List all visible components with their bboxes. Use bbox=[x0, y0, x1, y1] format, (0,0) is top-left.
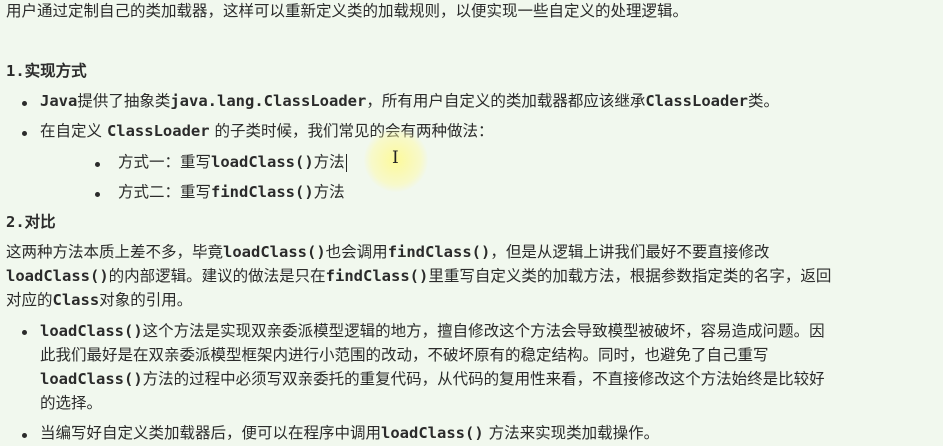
code-text: loadClass() bbox=[40, 322, 143, 340]
item-text: 方法 bbox=[313, 183, 345, 201]
intro-text: 用户通过定制自己的类加载器，这样可以重新定义类的加载规则，以便实现一些自定义的处… bbox=[6, 2, 689, 20]
code-text: findClass() bbox=[325, 267, 429, 285]
list-item: 当编写好自定义类加载器后，便可以在程序中调用loadClass() 方法来实现类… bbox=[40, 422, 659, 444]
item-text: 此我们最好是在双亲委派模型框架内进行小范围的改动，不破坏原有的稳定结构。同时，也… bbox=[40, 346, 769, 364]
para-text: 也会调用 bbox=[325, 243, 388, 261]
sub-list-item: 方式一：重写loadClass()方法 bbox=[118, 151, 347, 173]
sub-list-item: 方式二：重写findClass()方法 bbox=[118, 181, 345, 203]
item-text: 提供了抽象类 bbox=[77, 92, 171, 110]
code-text: Java bbox=[40, 92, 78, 110]
item-text: ，所有用户自定义的类加载器都应该继承 bbox=[366, 92, 646, 110]
para-text: 对应的 bbox=[6, 291, 53, 309]
list-item: Java提供了抽象类java.lang.ClassLoader，所有用户自定义的… bbox=[40, 90, 779, 112]
item-text: 在自定义 bbox=[40, 122, 107, 140]
item-text: 方式一：重写 bbox=[118, 153, 212, 171]
code-text: ClassLoader bbox=[106, 122, 210, 140]
bullet-icon bbox=[22, 330, 27, 335]
item-text: 方法来实现类加载操作。 bbox=[483, 424, 660, 442]
para-text: 对象的引用。 bbox=[99, 291, 193, 309]
list-item: 在自定义 ClassLoader 的子类时候，我们常见的会有两种做法： bbox=[40, 120, 494, 142]
code-text: Class bbox=[52, 291, 100, 309]
code-text: ClassLoader bbox=[645, 92, 748, 110]
code-text: loadClass() bbox=[6, 267, 109, 285]
item-text: 这个方法是实现双亲委派模型逻辑的地方，擅自修改这个方法会导致模型被破坏，容易造成… bbox=[142, 322, 825, 340]
para-text: 的内部逻辑。建议的做法是只在 bbox=[108, 267, 326, 285]
para-text: 里重写自定义类的加载方法，根据参数指定类的名字，返回 bbox=[428, 267, 832, 285]
bullet-icon bbox=[95, 162, 100, 167]
code-text: loadClass() bbox=[211, 153, 314, 171]
item-text: 类。 bbox=[747, 92, 779, 110]
bullet-icon bbox=[95, 192, 100, 197]
bullet-icon bbox=[22, 433, 27, 438]
text-caret bbox=[345, 153, 347, 172]
list-item: loadClass()这个方法是实现双亲委派模型逻辑的地方，擅自修改这个方法会导… bbox=[40, 319, 940, 415]
item-text: 方法的过程中必须写双亲委托的重复代码，从代码的复用性来看，不直接修改这个方法始终… bbox=[142, 370, 825, 388]
item-text: 的选择。 bbox=[40, 394, 103, 412]
section-heading-implementation: 1.实现方式 bbox=[6, 62, 87, 80]
item-text: 方式二：重写 bbox=[118, 183, 212, 201]
item-text: 方法 bbox=[313, 153, 345, 171]
code-text: loadClass() bbox=[40, 370, 143, 388]
code-text: loadClass() bbox=[381, 424, 484, 442]
bullet-icon bbox=[22, 131, 27, 136]
comparison-paragraph: 这两种方法本质上差不多，毕竟loadClass()也会调用findClass()… bbox=[6, 240, 941, 312]
para-text: ，但是从逻辑上讲我们最好不要直接修改 bbox=[490, 243, 770, 261]
code-text: findClass() bbox=[387, 243, 491, 261]
code-text: findClass() bbox=[211, 183, 314, 201]
item-text: 的子类时候，我们常见的会有两种做法： bbox=[209, 122, 494, 140]
item-text: 当编写好自定义类加载器后，便可以在程序中调用 bbox=[40, 424, 382, 442]
code-text: loadClass() bbox=[223, 243, 326, 261]
bullet-icon bbox=[22, 101, 27, 106]
section-heading-comparison: 2.对比 bbox=[6, 213, 56, 231]
para-text: 这两种方法本质上差不多，毕竟 bbox=[6, 243, 224, 261]
ibeam-cursor-icon: I bbox=[392, 148, 399, 168]
code-text: java.lang.ClassLoader bbox=[170, 92, 367, 110]
